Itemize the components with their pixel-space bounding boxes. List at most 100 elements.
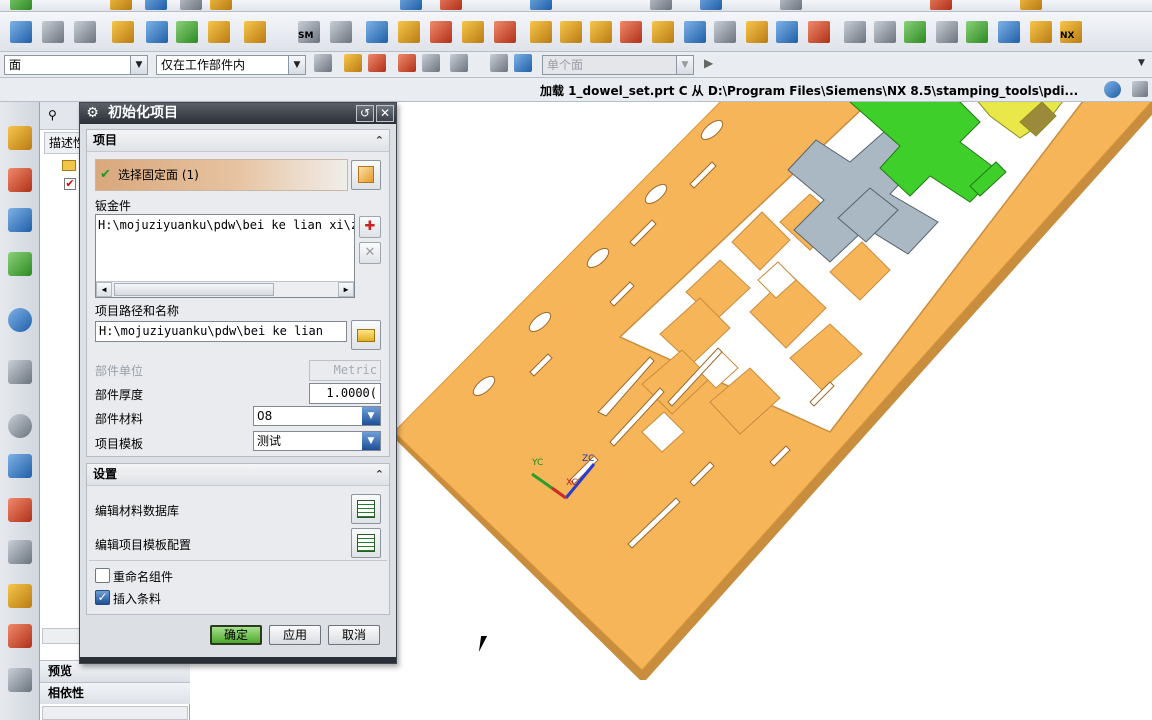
tool-icon[interactable] — [966, 21, 988, 43]
snap-icon[interactable] — [344, 54, 362, 72]
project-path-field[interactable]: H:\mojuziyuanku\pdw\bei ke lian — [95, 321, 347, 342]
hammer-icon[interactable] — [1030, 21, 1052, 43]
tool-icon[interactable] — [400, 0, 422, 10]
globe-icon[interactable] — [1104, 81, 1121, 98]
sheet-metal-icon[interactable]: SM — [298, 21, 320, 43]
scope-select[interactable]: 仅在工作部件内 ▼ — [156, 55, 306, 75]
tool-icon[interactable] — [874, 21, 896, 43]
system-scene-icon[interactable] — [8, 624, 32, 648]
ok-button[interactable]: 确定 — [210, 625, 262, 645]
tool-icon[interactable] — [652, 21, 674, 43]
cancel-button[interactable]: 取消 — [328, 625, 380, 645]
chevron-down-icon[interactable]: ▼ — [1138, 58, 1145, 68]
tool-icon[interactable] — [440, 0, 462, 10]
material-select[interactable]: 08 ▼ — [253, 406, 381, 426]
scroll-left-icon[interactable]: ◀ — [96, 282, 112, 297]
table-icon[interactable] — [844, 21, 866, 43]
tool-icon[interactable] — [746, 21, 768, 43]
tool-icon[interactable] — [620, 21, 642, 43]
tool-icon[interactable] — [684, 21, 706, 43]
tool-icon[interactable] — [700, 0, 722, 10]
settings-group-header[interactable]: 设置 ⌃ — [87, 464, 389, 486]
tool-icon[interactable] — [398, 21, 420, 43]
template-select[interactable]: 测试 ▼ — [253, 431, 381, 451]
gear-icon[interactable]: ⚙ — [84, 105, 101, 122]
list-hscrollbar[interactable]: ◀ ▶ — [96, 281, 354, 297]
process-studio-icon[interactable] — [8, 498, 32, 522]
restore-icon[interactable] — [1132, 81, 1148, 97]
select-box-icon[interactable] — [450, 54, 468, 72]
snap-icon[interactable] — [422, 54, 440, 72]
abc-icon[interactable] — [244, 21, 266, 43]
tool-icon[interactable] — [998, 21, 1020, 43]
tool-icon[interactable] — [530, 0, 552, 10]
select-fixed-face-step[interactable]: ✔ 选择固定面 (1) — [95, 159, 348, 191]
tool-icon[interactable] — [776, 21, 798, 43]
tool-icon[interactable] — [714, 21, 736, 43]
web-browser-icon[interactable] — [8, 360, 32, 384]
collapse-icon[interactable]: ⌃ — [375, 464, 384, 485]
eye-icon[interactable] — [904, 21, 926, 43]
filter-icon[interactable] — [314, 54, 332, 72]
face-icon[interactable] — [490, 54, 508, 72]
tool-icon[interactable] — [560, 21, 582, 43]
tool-icon[interactable] — [330, 21, 352, 43]
open-icon[interactable] — [110, 0, 132, 10]
tool-icon[interactable] — [210, 0, 232, 10]
app-logo-icon[interactable] — [10, 0, 32, 10]
check-icon[interactable]: ✔ — [64, 178, 76, 190]
tool-icon[interactable] — [930, 0, 952, 10]
tag-icon[interactable] — [112, 21, 134, 43]
reset-icon[interactable]: ↺ — [356, 105, 374, 122]
collapse-icon[interactable]: ⌃ — [375, 130, 384, 151]
body-icon[interactable] — [514, 54, 532, 72]
tool-icon[interactable] — [780, 0, 802, 10]
snap-point-icon[interactable] — [368, 54, 386, 72]
arrow-right-icon[interactable]: ▶ — [704, 56, 713, 70]
tool-icon[interactable] — [146, 21, 168, 43]
parts-icon[interactable] — [74, 21, 96, 43]
tool-icon[interactable] — [590, 21, 612, 43]
history-icon[interactable] — [8, 414, 32, 438]
tool-icon[interactable] — [180, 0, 202, 10]
type-filter-select[interactable]: 面 ▼ — [4, 55, 148, 75]
insert-strip-checkbox[interactable]: ✓ — [95, 590, 110, 605]
hd3d-icon[interactable] — [8, 308, 32, 332]
tool-icon[interactable] — [530, 21, 552, 43]
pin-icon[interactable]: ⚲ — [48, 108, 57, 122]
edit-template-config-button[interactable] — [351, 528, 381, 558]
assembly-navigator-icon[interactable] — [8, 126, 32, 150]
assembly-icon[interactable] — [10, 21, 32, 43]
tool-icon[interactable] — [366, 21, 388, 43]
tool-icon[interactable] — [650, 0, 672, 10]
constraint-navigator-icon[interactable] — [8, 168, 32, 192]
system-materials-icon[interactable] — [8, 454, 32, 478]
dialog-titlebar[interactable]: ⚙ 初始化项目 ↺ ✕ — [80, 103, 396, 124]
reuse-library-icon[interactable] — [8, 252, 32, 276]
add-icon[interactable]: ✚ — [359, 216, 381, 238]
tool-icon[interactable] — [208, 21, 230, 43]
edit-material-db-button[interactable] — [351, 494, 381, 524]
manufacturing-wizard-icon[interactable] — [8, 540, 32, 564]
face-selection-button[interactable] — [351, 160, 381, 190]
save-icon[interactable] — [145, 0, 167, 10]
roles-icon[interactable] — [8, 584, 32, 608]
tool-icon[interactable] — [176, 21, 198, 43]
browse-folder-button[interactable] — [351, 320, 381, 350]
print-icon[interactable] — [8, 668, 32, 692]
tool-icon[interactable] — [462, 21, 484, 43]
scroll-right-icon[interactable]: ▶ — [338, 282, 354, 297]
tool-icon[interactable] — [494, 21, 516, 43]
tool-icon[interactable] — [936, 21, 958, 43]
close-icon[interactable]: ✕ — [376, 105, 394, 122]
tool-icon[interactable] — [430, 21, 452, 43]
project-group-header[interactable]: 项目 ⌃ — [87, 130, 389, 152]
sheet-metal-path[interactable]: H:\mojuziyuanku\pdw\bei ke lian xi\ziji\… — [98, 218, 354, 232]
sheet-metal-list[interactable]: H:\mojuziyuanku\pdw\bei ke lian xi\ziji\… — [95, 214, 355, 298]
part-navigator-icon[interactable] — [8, 208, 32, 232]
dependency-scrollbar[interactable] — [42, 706, 188, 720]
snap-icon[interactable] — [398, 54, 416, 72]
nx-icon[interactable]: NX — [1060, 21, 1082, 43]
layers-icon[interactable] — [42, 21, 64, 43]
delete-icon[interactable]: ✕ — [359, 242, 381, 264]
